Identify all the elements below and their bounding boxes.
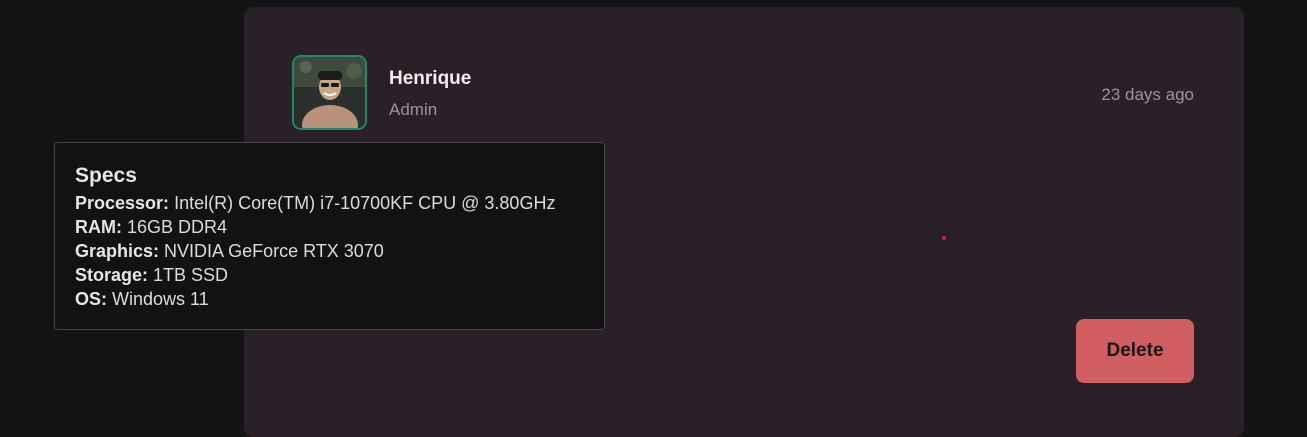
spec-value: 1TB SSD <box>153 265 229 285</box>
post-timestamp: 23 days ago <box>1101 85 1194 104</box>
spec-key: OS: <box>75 289 108 309</box>
spec-row-processor: Processor: Intel(R) Core(TM) i7-10700KF … <box>75 191 584 215</box>
spec-row-graphics: Graphics: NVIDIA GeForce RTX 3070 <box>75 239 584 263</box>
spec-value: NVIDIA GeForce RTX 3070 <box>164 241 384 261</box>
cursor-dot <box>942 236 946 240</box>
avatar-photo <box>294 57 365 128</box>
specs-title: Specs <box>75 164 137 187</box>
specs-tooltip: Specs Processor: Intel(R) Core(TM) i7-10… <box>54 142 605 330</box>
spec-value: Intel(R) Core(TM) i7-10700KF CPU @ 3.80G… <box>174 193 556 213</box>
spec-key: RAM: <box>75 217 122 237</box>
spec-value: 16GB DDR4 <box>127 217 228 237</box>
spec-row-storage: Storage: 1TB SSD <box>75 263 584 287</box>
delete-button[interactable]: Delete <box>1076 319 1194 383</box>
spec-key: Processor: <box>75 193 170 213</box>
user-role: Admin <box>389 100 438 119</box>
spec-value: Windows 11 <box>112 289 209 309</box>
spec-row-os: OS: Windows 11 <box>75 287 584 311</box>
spec-key: Storage: <box>75 265 149 285</box>
user-name[interactable]: Henrique <box>389 68 471 90</box>
spec-key: Graphics: <box>75 241 160 261</box>
spec-row-ram: RAM: 16GB DDR4 <box>75 215 584 239</box>
avatar[interactable] <box>292 55 367 130</box>
